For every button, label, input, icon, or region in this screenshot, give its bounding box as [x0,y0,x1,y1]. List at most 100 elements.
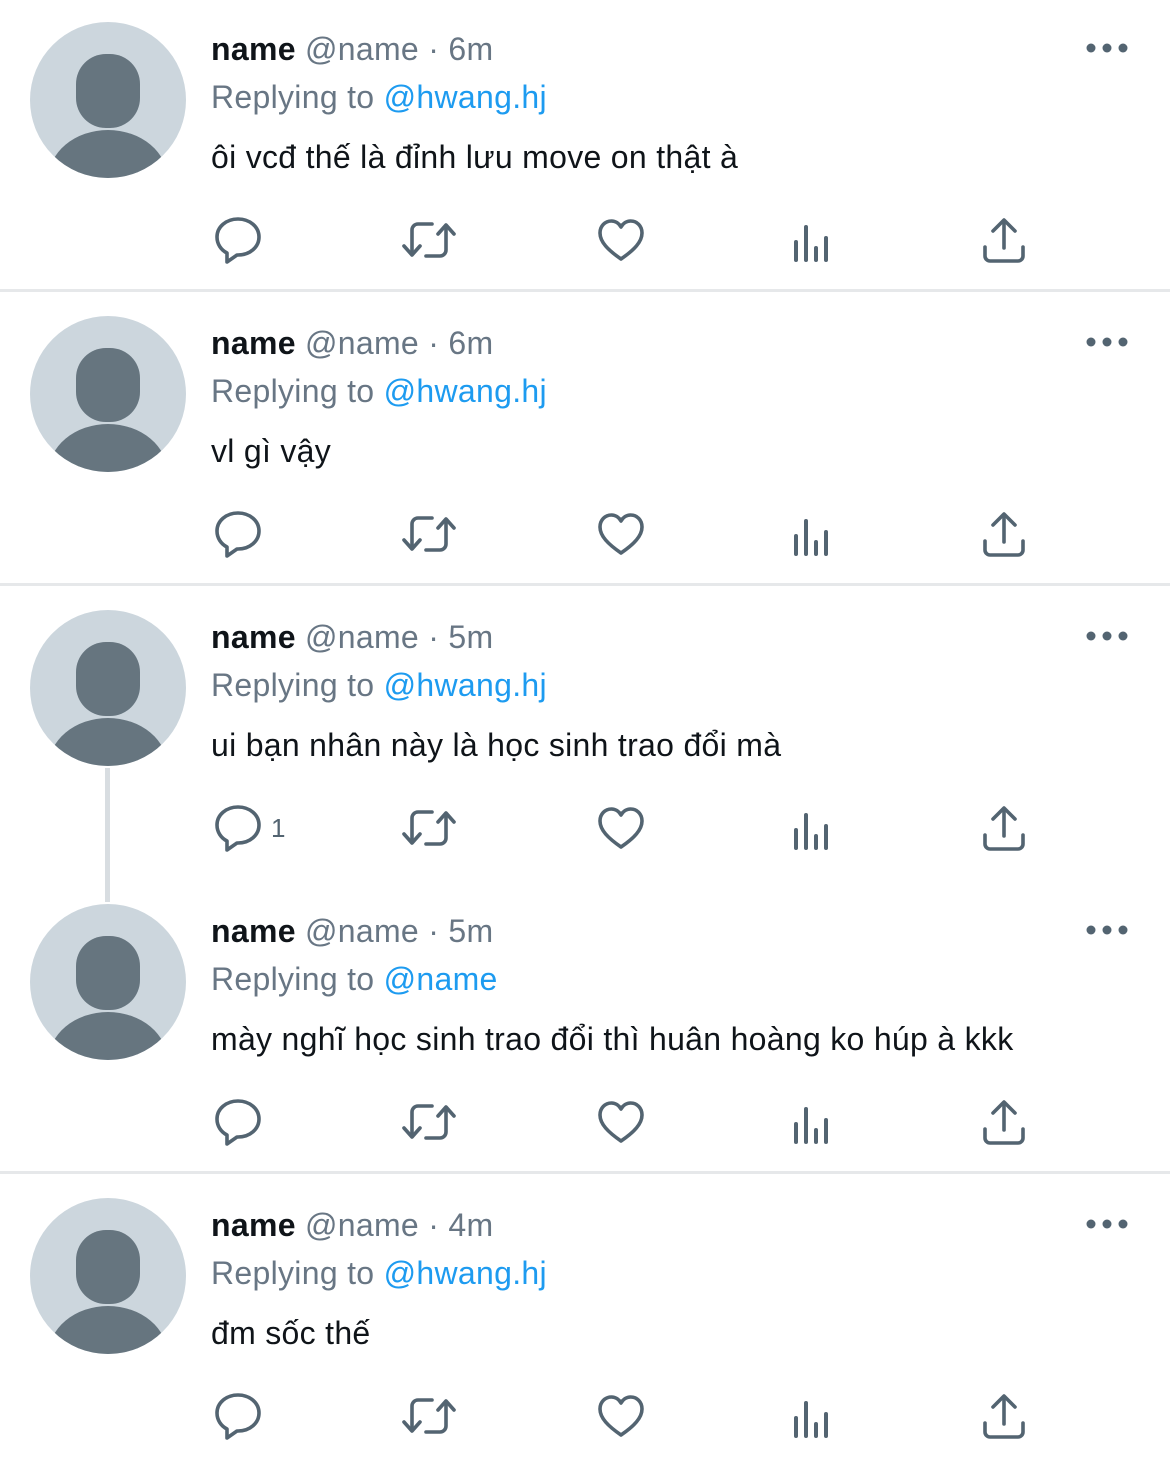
handle[interactable]: @name [305,325,419,361]
mention-link[interactable]: @hwang.hj [384,1255,547,1291]
like-button[interactable] [596,1388,646,1444]
avatar[interactable] [30,316,186,472]
display-name[interactable]: name [211,1207,296,1243]
timestamp[interactable]: 6m [448,31,493,67]
mention-link[interactable]: @name [384,961,498,997]
retweet-button[interactable] [401,1388,457,1444]
tweet-header: name @name · 5m [211,616,493,658]
separator: · [428,325,440,361]
timestamp[interactable]: 6m [448,325,493,361]
tweet[interactable]: name @name · 5m Replying to @hwang.hj ui… [0,588,1170,882]
tweet[interactable]: name @name · 5m Replying to @name mày ng… [0,882,1170,1176]
views-button[interactable] [792,800,836,856]
display-name[interactable]: name [211,325,296,361]
divider [0,1171,1170,1174]
reply-button[interactable] [213,1094,271,1150]
like-button[interactable] [596,506,646,562]
analytics-bars-icon [794,225,828,262]
share-button[interactable] [981,1388,1027,1444]
retweet-icon [402,222,456,258]
avatar[interactable] [30,610,186,766]
replying-to: Replying to @name [211,958,498,1000]
heart-icon [598,513,644,555]
heart-icon [598,1395,644,1437]
action-bar [0,506,1170,566]
views-button[interactable] [792,1388,836,1444]
display-name[interactable]: name [211,31,296,67]
more-horizontal-icon[interactable] [1086,626,1128,646]
action-bar [0,1094,1170,1154]
heart-icon [598,1101,644,1143]
reply-bubble-icon [215,1099,261,1146]
action-bar [0,1388,1170,1448]
tweet[interactable]: name @name · 6m Replying to @hwang.hj ôi… [0,0,1170,294]
reply-button[interactable]: 1 [213,800,285,856]
display-name[interactable]: name [211,913,296,949]
more-horizontal-icon[interactable] [1086,920,1128,940]
replying-to: Replying to @hwang.hj [211,370,547,412]
avatar[interactable] [30,1198,186,1354]
tweet[interactable]: name @name · 4m Replying to @hwang.hj đm… [0,1176,1170,1470]
reply-button[interactable] [213,506,271,562]
views-button[interactable] [792,1094,836,1150]
tweet-header: name @name · 5m [211,910,493,952]
analytics-bars-icon [794,1401,828,1438]
views-button[interactable] [792,506,836,562]
share-upload-icon [983,218,1025,263]
like-button[interactable] [596,800,646,856]
separator: · [428,913,440,949]
share-button[interactable] [981,1094,1027,1150]
tweet-header: name @name · 4m [211,1204,493,1246]
like-button[interactable] [596,212,646,268]
reply-bubble-icon [215,805,261,852]
separator: · [428,31,440,67]
retweet-button[interactable] [401,212,457,268]
replying-to-label: Replying to [211,961,375,997]
replying-to: Replying to @hwang.hj [211,1252,547,1294]
reply-bubble-icon [215,511,261,558]
retweet-button[interactable] [401,506,457,562]
tweet-text: vl gì vậy [211,433,332,469]
reply-bubble-icon [215,217,261,264]
tweet-header: name @name · 6m [211,322,493,364]
timestamp[interactable]: 5m [448,913,493,949]
retweet-icon [402,810,456,846]
tweet[interactable]: name @name · 6m Replying to @hwang.hj vl… [0,294,1170,588]
retweet-button[interactable] [401,1094,457,1150]
handle[interactable]: @name [305,619,419,655]
mention-link[interactable]: @hwang.hj [384,79,547,115]
reply-button[interactable] [213,212,271,268]
action-bar [0,212,1170,272]
more-horizontal-icon[interactable] [1086,332,1128,352]
share-button[interactable] [981,506,1027,562]
mention-link[interactable]: @hwang.hj [384,373,547,409]
more-horizontal-icon[interactable] [1086,1214,1128,1234]
tweet-text: ui bạn nhân này là học sinh trao đổi mà [211,727,782,763]
like-button[interactable] [596,1094,646,1150]
replying-to-label: Replying to [211,667,375,703]
replying-to-label: Replying to [211,1255,375,1291]
avatar[interactable] [30,22,186,178]
share-button[interactable] [981,800,1027,856]
timestamp[interactable]: 4m [448,1207,493,1243]
action-bar: 1 [0,800,1170,860]
analytics-bars-icon [794,1107,828,1144]
reply-button[interactable] [213,1388,271,1444]
retweet-button[interactable] [401,800,457,856]
handle[interactable]: @name [305,31,419,67]
reply-count: 1 [271,812,286,843]
timestamp[interactable]: 5m [448,619,493,655]
replying-to: Replying to @hwang.hj [211,76,547,118]
views-button[interactable] [792,212,836,268]
mention-link[interactable]: @hwang.hj [384,667,547,703]
handle[interactable]: @name [305,1207,419,1243]
handle[interactable]: @name [305,913,419,949]
replying-to-label: Replying to [211,79,375,115]
display-name[interactable]: name [211,619,296,655]
avatar[interactable] [30,904,186,1060]
tweet-header: name @name · 6m [211,28,493,70]
share-button[interactable] [981,212,1027,268]
separator: · [428,619,440,655]
share-upload-icon [983,806,1025,851]
more-horizontal-icon[interactable] [1086,38,1128,58]
